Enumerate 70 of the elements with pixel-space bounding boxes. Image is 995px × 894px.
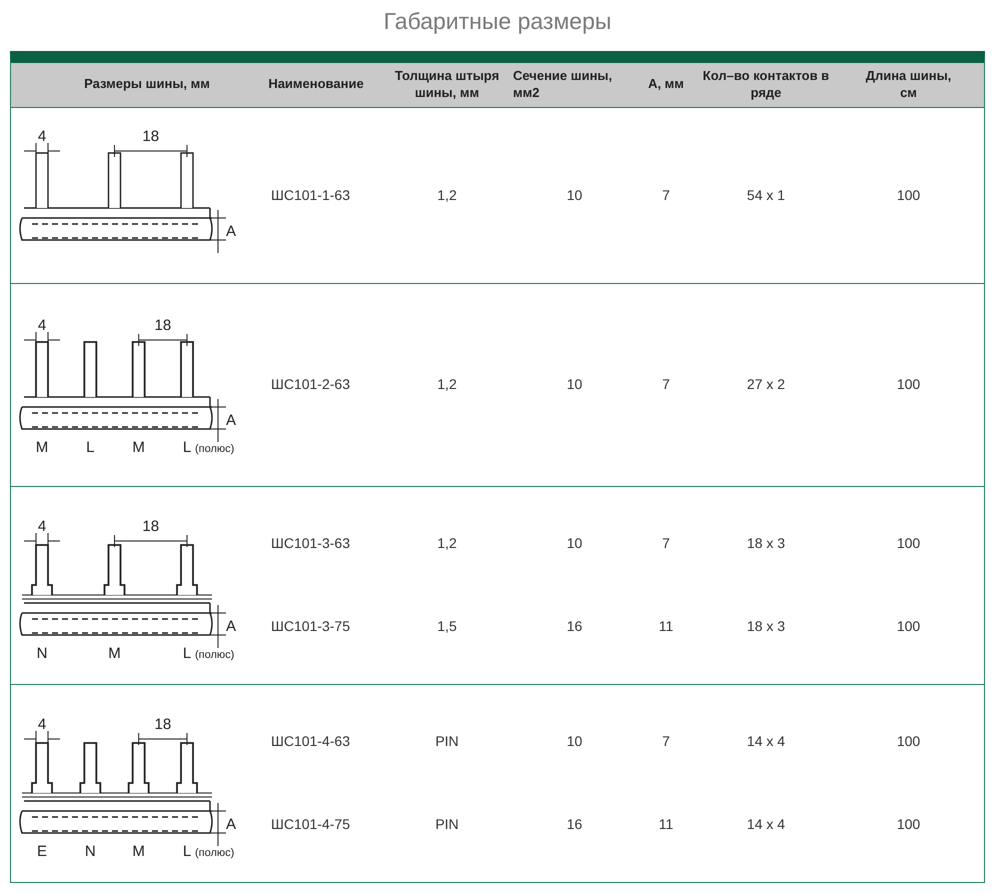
pole-label: E bbox=[37, 842, 47, 860]
table-cell-text: ШС101-3-75 bbox=[270, 616, 351, 636]
table-cell-text: 18 x 3 bbox=[746, 616, 786, 636]
dimension-label: 4 bbox=[38, 716, 46, 732]
dimension-label: 4 bbox=[38, 128, 46, 144]
table-cell-text: 11 bbox=[658, 616, 674, 636]
pole-label: M bbox=[132, 439, 145, 456]
table-cell-text: 14 x 4 bbox=[746, 814, 786, 834]
note-label: (полюс) bbox=[195, 648, 234, 660]
pole-label: N bbox=[84, 842, 96, 860]
pole-label: N bbox=[36, 644, 48, 662]
table-cell-text: 16 bbox=[566, 616, 584, 636]
table-cell-text: 10 bbox=[566, 186, 584, 204]
pole-label: M bbox=[36, 439, 48, 456]
table-cell-text: 100 bbox=[896, 186, 922, 204]
page-title: Габаритные размеры bbox=[384, 7, 612, 36]
table-cell-text: ШС101-4-75 bbox=[270, 814, 351, 834]
column-header: Длина шины, см bbox=[864, 68, 952, 101]
pole-label: L bbox=[182, 644, 192, 662]
note-label: (полюс) bbox=[195, 846, 234, 858]
table-cell-text: ШС101-2-63 bbox=[270, 375, 351, 394]
note-label: (полюс) bbox=[195, 443, 234, 455]
table-cell-text: 7 bbox=[661, 375, 671, 394]
dimension-label: 18 bbox=[154, 716, 172, 732]
column-header: А, мм bbox=[647, 76, 685, 93]
dimension-label: 4 bbox=[38, 317, 46, 334]
table-cell-text: 1,2 bbox=[436, 186, 458, 204]
table-cell-text: 11 bbox=[658, 814, 674, 834]
table-cell-text: ШС101-4-63 bbox=[270, 732, 351, 752]
table-cell-text: 100 bbox=[896, 616, 922, 636]
table-cell-text: 100 bbox=[896, 375, 922, 394]
pole-label: L bbox=[182, 439, 192, 456]
pole-label: M bbox=[132, 842, 145, 860]
table-cell-text: 54 x 1 bbox=[746, 186, 786, 204]
pole-label: M bbox=[108, 644, 121, 662]
column-header: Кол–во контактов в ряде bbox=[702, 68, 830, 101]
column-header: Наименование bbox=[267, 76, 365, 93]
dimension-label: 18 bbox=[142, 128, 160, 144]
dimension-label: A bbox=[226, 222, 236, 240]
table-cell-text: 1,2 bbox=[436, 375, 458, 394]
column-header: Толщина штыря шины, мм bbox=[394, 68, 500, 101]
table-cell-text: 18 x 3 bbox=[746, 534, 786, 554]
dimension-label: A bbox=[226, 412, 236, 429]
pole-label: L bbox=[182, 842, 192, 860]
table-cell-text: ШС101-1-63 bbox=[270, 186, 351, 204]
column-header: Размеры шины, мм bbox=[83, 76, 211, 93]
table-cell-text: PIN bbox=[434, 814, 460, 834]
table-cell-text: 7 bbox=[661, 534, 671, 554]
table-cell-text: PIN bbox=[434, 732, 460, 752]
table-cell-text: 10 bbox=[566, 534, 584, 554]
pole-label: L bbox=[86, 439, 94, 456]
table-cell-text: 1,2 bbox=[436, 534, 458, 554]
dimension-label: 18 bbox=[154, 317, 172, 334]
table-cell-text: 27 x 2 bbox=[746, 375, 786, 394]
table-cell-text: 100 bbox=[896, 732, 922, 752]
dimension-label: 4 bbox=[38, 518, 46, 534]
dimension-label: A bbox=[226, 618, 236, 634]
dimension-label: A bbox=[226, 816, 236, 832]
table-cell-text: 7 bbox=[661, 186, 671, 204]
table-cell-text: 7 bbox=[661, 732, 671, 752]
table-cell-text: 16 bbox=[566, 814, 584, 834]
table-cell-text: 100 bbox=[896, 814, 922, 834]
dimension-label: 18 bbox=[142, 518, 160, 534]
table-cell-text: 10 bbox=[566, 732, 584, 752]
table-cell-text: 10 bbox=[566, 375, 584, 394]
table-cell-text: 1,5 bbox=[436, 616, 458, 636]
table-cell-text: 14 x 4 bbox=[746, 732, 786, 752]
table-cell-text: 100 bbox=[896, 534, 922, 554]
column-header: Сечение шины, мм2 bbox=[513, 68, 614, 101]
table-cell-text: ШС101-3-63 bbox=[270, 534, 351, 554]
